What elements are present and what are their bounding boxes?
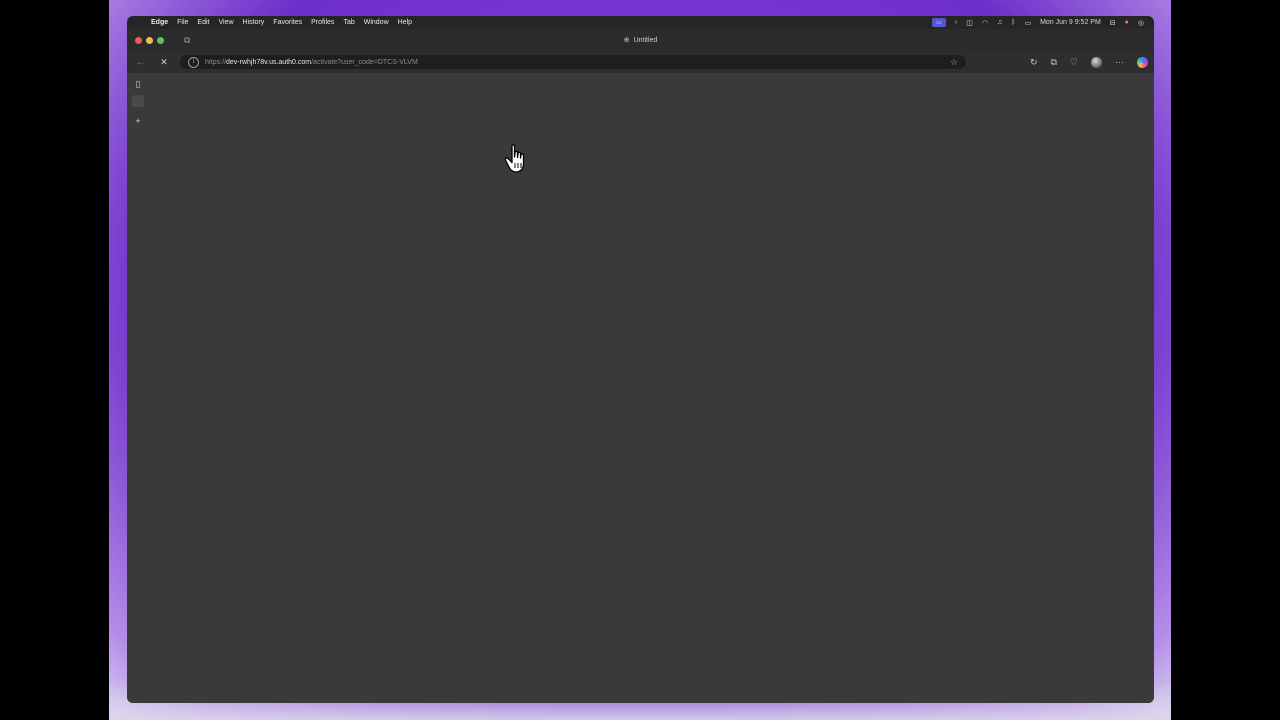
- browser-toolbar: ← ✕ i https://dev-rwhjh78v.us.auth0.com/…: [127, 51, 1154, 73]
- menu-window[interactable]: Window: [364, 19, 389, 26]
- hand-cursor-icon: [504, 144, 525, 173]
- close-window-button[interactable]: [135, 36, 142, 44]
- menu-tab[interactable]: Tab: [343, 19, 354, 26]
- site-info-icon[interactable]: i: [188, 56, 199, 68]
- menu-profiles[interactable]: Profiles: [311, 19, 334, 26]
- address-bar[interactable]: i https://dev-rwhjh78v.us.auth0.com/acti…: [180, 55, 966, 69]
- display-icon[interactable]: ◫: [966, 19, 973, 27]
- status-area: ▭ ‹ ◫ ◠ ♫ ᛒ ▭ Mon Jun 9 9:52 PM ⊟ ● ◎: [931, 18, 1144, 27]
- page-content: [149, 73, 1154, 703]
- menu-edit[interactable]: Edit: [197, 19, 209, 26]
- control-center-icon[interactable]: ⊟: [1110, 19, 1116, 27]
- menu-view[interactable]: View: [218, 19, 233, 26]
- bluetooth-icon[interactable]: ᛒ: [1011, 19, 1015, 26]
- copilot-icon[interactable]: [1137, 56, 1148, 68]
- wifi-icon[interactable]: ◠: [982, 19, 988, 27]
- minimize-window-button[interactable]: [146, 36, 153, 44]
- menu-bar: Edge File Edit View History Favorites Pr…: [127, 16, 1154, 29]
- toolbar-actions: ↻ ⧉ ♡ ···: [1030, 51, 1148, 73]
- collections-icon[interactable]: ⧉: [1050, 57, 1056, 68]
- menu-help[interactable]: Help: [398, 19, 412, 26]
- tab-title-text: Untitled: [633, 36, 658, 44]
- record-icon[interactable]: ●: [1125, 19, 1129, 26]
- siri-icon[interactable]: ◎: [1138, 19, 1144, 27]
- back-button[interactable]: ←: [134, 57, 148, 68]
- profile-avatar[interactable]: [1091, 56, 1102, 68]
- sidebar-tab-untitled[interactable]: [132, 95, 144, 107]
- menu-file[interactable]: File: [177, 19, 188, 26]
- vertical-tab-sidebar: ▯ +: [127, 73, 149, 703]
- stop-loading-button[interactable]: ✕: [157, 57, 171, 68]
- refresh-extension-icon[interactable]: ↻: [1030, 57, 1038, 68]
- battery-icon[interactable]: ▭: [1024, 19, 1031, 27]
- title-bar: ⧉ ⊕ Untitled: [127, 29, 1154, 51]
- window-controls: [135, 36, 164, 44]
- tab-actions-icon[interactable]: ⧉: [184, 35, 190, 46]
- menu-favorites[interactable]: Favorites: [273, 19, 302, 26]
- favorite-star-icon[interactable]: ☆: [950, 57, 958, 68]
- url-path: /activate?user_code=DTCS-VLVM: [311, 58, 418, 66]
- menu-history[interactable]: History: [243, 19, 265, 26]
- more-menu-icon[interactable]: ···: [1115, 57, 1124, 67]
- new-tab-button[interactable]: +: [132, 115, 144, 127]
- url-scheme: https://: [205, 58, 227, 66]
- audio-icon[interactable]: ♫: [997, 19, 1002, 26]
- browser-essentials-icon[interactable]: ♡: [1070, 57, 1078, 68]
- screen-share-icon[interactable]: ▭: [931, 18, 946, 27]
- browser-window: ⧉ ⊕ Untitled ← ✕ i https://dev-rwhjh78v.…: [127, 29, 1154, 703]
- globe-icon: ⊕: [623, 37, 630, 44]
- clock-text[interactable]: Mon Jun 9 9:52 PM: [1040, 19, 1101, 26]
- sidebar-panel-icon[interactable]: ▯: [132, 78, 144, 90]
- menu-app-name[interactable]: Edge: [151, 19, 168, 26]
- zoom-window-button[interactable]: [157, 36, 164, 44]
- tab-title: ⊕ Untitled: [127, 29, 1154, 51]
- url-domain: dev-rwhjh78v.us.auth0.com: [226, 58, 312, 66]
- chevron-left-icon[interactable]: ‹: [955, 19, 957, 26]
- url-text[interactable]: https://dev-rwhjh78v.us.auth0.com/activa…: [205, 59, 418, 66]
